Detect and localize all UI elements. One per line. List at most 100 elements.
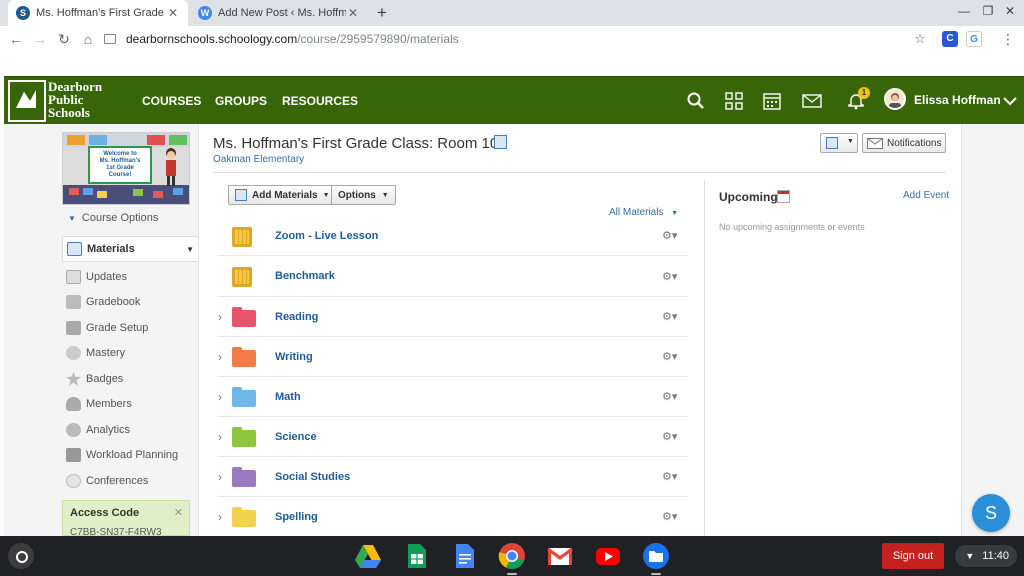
folder-icon: [232, 426, 256, 447]
tab-schoology-course[interactable]: S Ms. Hoffman's First Grade Class ✕: [8, 0, 188, 26]
chevron-right-icon[interactable]: ›: [218, 510, 230, 524]
gear-icon[interactable]: ⚙▾: [662, 470, 684, 483]
material-title[interactable]: Science: [275, 431, 662, 443]
user-menu-chevron-down-icon[interactable]: [1000, 91, 1020, 111]
calendar-icon[interactable]: [777, 190, 790, 203]
chevron-right-icon[interactable]: ›: [218, 350, 230, 364]
sidebar-item-label: Analytics: [86, 423, 131, 436]
calendar-icon[interactable]: [762, 91, 782, 111]
material-row-writing[interactable]: › Writing ⚙▾: [218, 337, 688, 377]
close-tab-icon[interactable]: ✕: [166, 6, 180, 20]
gear-icon[interactable]: ⚙▾: [662, 229, 684, 242]
sidebar-item-updates[interactable]: Updates: [62, 264, 198, 290]
material-title[interactable]: Reading: [275, 311, 662, 323]
caret-down-icon: ▼: [322, 191, 330, 199]
course-info-icon[interactable]: [494, 135, 507, 149]
google-docs-icon[interactable]: [450, 542, 478, 570]
user-avatar[interactable]: [884, 88, 906, 110]
material-row-math[interactable]: › Math ⚙▾: [218, 377, 688, 417]
add-event-link[interactable]: Add Event: [903, 190, 949, 201]
sidebar-item-analytics[interactable]: Analytics: [62, 417, 198, 443]
caret-down-icon[interactable]: ▼: [186, 245, 194, 254]
google-sheets-icon[interactable]: [402, 542, 430, 570]
extension-c-icon[interactable]: C: [942, 31, 958, 47]
sidebar-item-mastery[interactable]: Mastery: [62, 341, 198, 367]
material-row-social-studies[interactable]: › Social Studies ⚙▾: [218, 457, 688, 497]
browser-toolbar: ← → ↻ ⌂ dearbornschools.schoology.com/co…: [0, 26, 1024, 52]
sidebar-item-conferences[interactable]: Conferences: [62, 468, 198, 494]
material-row-spelling[interactable]: › Spelling ⚙▾: [218, 497, 688, 536]
reload-icon[interactable]: ↻: [54, 29, 74, 49]
material-title[interactable]: Social Studies: [275, 471, 662, 483]
nav-resources[interactable]: RESOURCES: [282, 77, 358, 125]
chevron-right-icon[interactable]: ›: [218, 470, 230, 484]
chrome-icon[interactable]: [498, 542, 526, 570]
material-title[interactable]: Spelling: [275, 511, 662, 523]
folder-icon: [232, 386, 256, 407]
district-logo[interactable]: [8, 80, 46, 122]
chevron-right-icon[interactable]: ›: [218, 430, 230, 444]
view-toggle-button[interactable]: ▼: [820, 133, 858, 153]
close-icon[interactable]: ✕: [174, 506, 183, 519]
material-row-reading[interactable]: › Reading ⚙▾: [218, 297, 688, 337]
sidebar-item-members[interactable]: Members: [62, 392, 198, 418]
material-title[interactable]: Benchmark: [275, 270, 662, 282]
nav-groups[interactable]: GROUPS: [215, 77, 267, 125]
chrome-menu-icon[interactable]: ⋮: [998, 29, 1018, 49]
home-icon[interactable]: ⌂: [78, 29, 98, 49]
course-options-toggle[interactable]: ▼ Course Options: [68, 212, 158, 224]
nav-courses[interactable]: COURSES: [142, 77, 201, 125]
sidebar-item-badges[interactable]: Badges: [62, 366, 198, 392]
gear-icon[interactable]: ⚙▾: [662, 390, 684, 403]
sidebar-item-gradebook[interactable]: Gradebook: [62, 290, 198, 316]
translate-extension-icon[interactable]: G: [966, 31, 982, 47]
new-tab-icon[interactable]: +: [372, 3, 392, 23]
course-profile-image[interactable]: Welcome to Ms. Hoffman's 1st Grade Cours…: [62, 132, 190, 205]
material-row-science[interactable]: › Science ⚙▾: [218, 417, 688, 457]
material-row-benchmark[interactable]: Benchmark ⚙▾: [218, 256, 688, 297]
user-name[interactable]: Elissa Hoffman: [914, 93, 1001, 107]
close-tab-icon[interactable]: ✕: [346, 6, 360, 20]
youtube-icon[interactable]: [594, 542, 622, 570]
material-row-zoom[interactable]: Zoom - Live Lesson ⚙▾: [218, 216, 688, 256]
gradebook-icon: [66, 295, 81, 310]
school-link[interactable]: Oakman Elementary: [213, 154, 304, 165]
sidebar-item-workload-planning[interactable]: Workload Planning: [62, 443, 198, 469]
sign-out-button[interactable]: Sign out: [882, 543, 944, 569]
close-window-icon[interactable]: ✕: [1002, 4, 1018, 18]
bookmark-star-icon[interactable]: ☆: [910, 29, 930, 49]
files-icon[interactable]: [642, 542, 670, 570]
apps-grid-icon[interactable]: [724, 91, 744, 111]
messages-envelope-icon[interactable]: [802, 91, 822, 111]
chevron-right-icon[interactable]: ›: [218, 390, 230, 404]
gear-icon[interactable]: ⚙▾: [662, 350, 684, 363]
minimize-icon[interactable]: —: [956, 4, 972, 18]
add-materials-button[interactable]: Add Materials ▼: [228, 185, 337, 205]
material-title[interactable]: Zoom - Live Lesson: [275, 230, 662, 242]
district-name[interactable]: Dearborn Public Schools: [48, 80, 102, 119]
material-title[interactable]: Writing: [275, 351, 662, 363]
gear-icon[interactable]: ⚙▾: [662, 430, 684, 443]
schoology-help-button[interactable]: S: [972, 494, 1010, 532]
back-icon[interactable]: ←: [6, 29, 26, 49]
status-tray[interactable]: ▼ 11:40: [955, 545, 1017, 567]
forward-icon[interactable]: →: [30, 29, 50, 49]
sidebar-item-materials[interactable]: Materials ▼: [62, 236, 198, 262]
gear-icon[interactable]: ⚙▾: [662, 510, 684, 523]
sidebar-item-grade-setup[interactable]: Grade Setup: [62, 315, 198, 341]
gmail-icon[interactable]: [546, 542, 574, 570]
tab-add-new-post[interactable]: W Add New Post ‹ Ms. Hoffman's 1 ✕: [190, 0, 368, 26]
upcoming-title: Upcoming: [719, 190, 778, 204]
material-title[interactable]: Math: [275, 391, 662, 403]
launcher-icon[interactable]: [8, 543, 34, 569]
notifications-button[interactable]: Notifications: [862, 133, 946, 153]
gear-icon[interactable]: ⚙▾: [662, 270, 684, 283]
address-bar[interactable]: dearbornschools.schoology.com/course/295…: [104, 29, 934, 49]
restore-icon[interactable]: ❐: [980, 4, 996, 18]
google-drive-icon[interactable]: [354, 542, 382, 570]
options-button[interactable]: Options ▼: [331, 185, 396, 205]
page-info-icon[interactable]: [104, 34, 116, 44]
chevron-right-icon[interactable]: ›: [218, 310, 230, 324]
search-icon[interactable]: [686, 91, 706, 111]
gear-icon[interactable]: ⚙▾: [662, 310, 684, 323]
